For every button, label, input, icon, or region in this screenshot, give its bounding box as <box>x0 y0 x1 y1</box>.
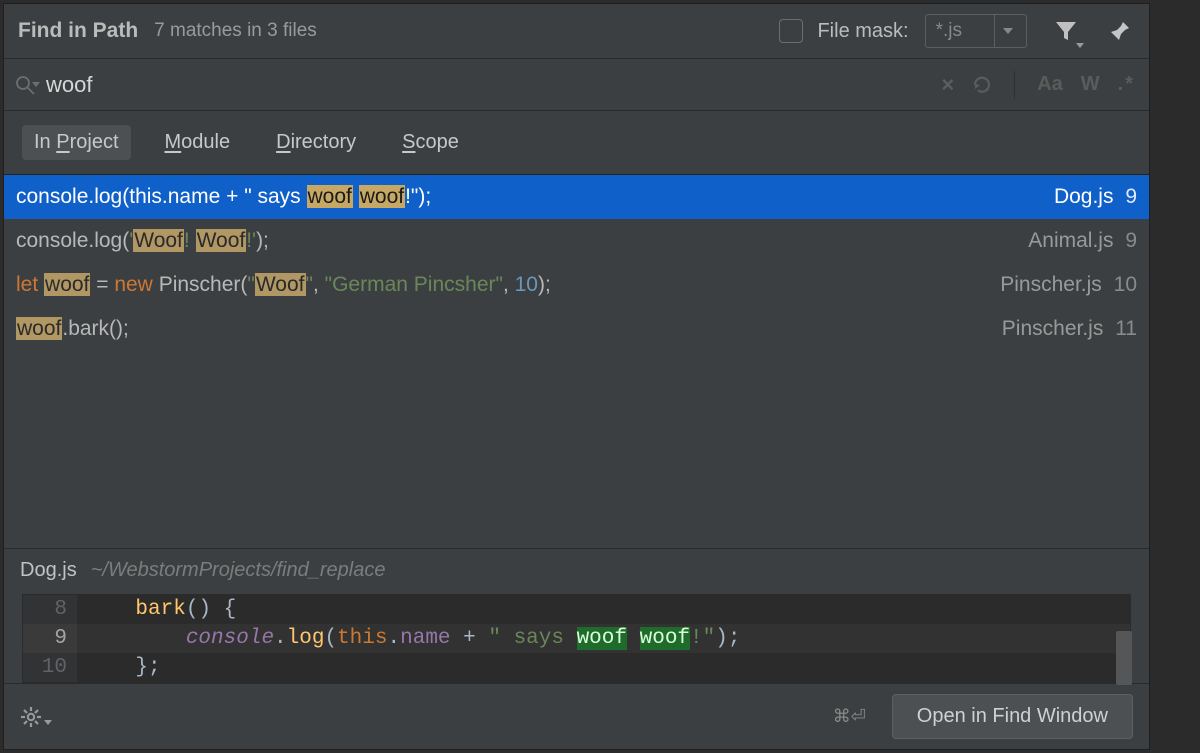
gutter-line-number: 8 <box>23 595 77 624</box>
find-in-path-dialog: Find in Path 7 matches in 3 files File m… <box>3 3 1150 750</box>
result-file: Pinscher.js 10 <box>988 273 1137 297</box>
open-in-find-window-button[interactable]: Open in Find Window <box>892 694 1133 739</box>
preview-code[interactable]: 8 bark() { 9 console.log(this.name + " s… <box>22 594 1131 683</box>
tab-in-project[interactable]: In Project <box>22 125 131 160</box>
filemask-label: File mask: <box>817 20 908 43</box>
preview-pane: Dog.js ~/WebstormProjects/find_replace 8… <box>4 548 1149 683</box>
gutter-line-number: 10 <box>23 653 77 682</box>
preview-file-path: ~/WebstormProjects/find_replace <box>91 559 386 582</box>
filemask-select[interactable]: *.js <box>925 14 1027 48</box>
search-input[interactable] <box>46 59 941 110</box>
filter-icon[interactable] <box>1051 16 1081 46</box>
keyboard-shortcut: ⌘⏎ <box>833 706 866 727</box>
regex-toggle[interactable]: .* <box>1118 73 1135 96</box>
code-line: bark() { <box>77 595 1130 624</box>
result-file: Animal.js 9 <box>1016 229 1137 253</box>
whole-word-toggle[interactable]: W <box>1081 73 1100 96</box>
clear-search-icon[interactable]: × <box>941 72 954 98</box>
code-line: console.log(this.name + " says woof woof… <box>77 624 1130 653</box>
result-code: let woof = new Pinscher("Woof", "German … <box>16 273 988 297</box>
code-line: }; <box>77 653 1130 682</box>
search-row: × Aa W .* <box>4 59 1149 111</box>
match-case-toggle[interactable]: Aa <box>1037 73 1063 96</box>
result-row[interactable]: woof.bark(); Pinscher.js 11 <box>4 307 1149 351</box>
dialog-title: Find in Path <box>18 19 138 43</box>
dialog-header: Find in Path 7 matches in 3 files File m… <box>4 4 1149 59</box>
gutter-line-number: 9 <box>23 624 77 653</box>
gear-icon[interactable] <box>20 706 52 728</box>
filemask-checkbox[interactable] <box>779 19 803 43</box>
search-tools: × Aa W .* <box>941 71 1135 99</box>
search-icon <box>14 74 40 96</box>
dialog-footer: ⌘⏎ Open in Find Window <box>4 683 1149 749</box>
result-file: Dog.js 9 <box>1042 185 1137 209</box>
result-row[interactable]: console.log('Woof! Woof!'); Animal.js 9 <box>4 219 1149 263</box>
preview-scrollbar[interactable] <box>1116 631 1132 685</box>
pin-icon[interactable] <box>1105 16 1135 46</box>
result-code: console.log(this.name + " says woof woof… <box>16 185 1042 209</box>
result-row[interactable]: let woof = new Pinscher("Woof", "German … <box>4 263 1149 307</box>
filemask-chevron[interactable] <box>994 15 1020 47</box>
results-list: console.log(this.name + " says woof woof… <box>4 175 1149 351</box>
scope-tabs: In Project Module Directory Scope <box>4 111 1149 175</box>
result-row[interactable]: console.log(this.name + " says woof woof… <box>4 175 1149 219</box>
result-code: console.log('Woof! Woof!'); <box>16 229 1016 253</box>
reload-icon[interactable] <box>972 75 992 95</box>
tab-scope[interactable]: Scope <box>390 125 471 160</box>
match-count: 7 matches in 3 files <box>154 20 317 42</box>
result-code: woof.bark(); <box>16 317 990 341</box>
preview-header: Dog.js ~/WebstormProjects/find_replace <box>4 549 1149 592</box>
tab-module[interactable]: Module <box>153 125 243 160</box>
filemask-value: *.js <box>936 20 962 42</box>
preview-file-name: Dog.js <box>20 559 77 582</box>
tab-directory[interactable]: Directory <box>264 125 368 160</box>
result-file: Pinscher.js 11 <box>990 317 1137 341</box>
